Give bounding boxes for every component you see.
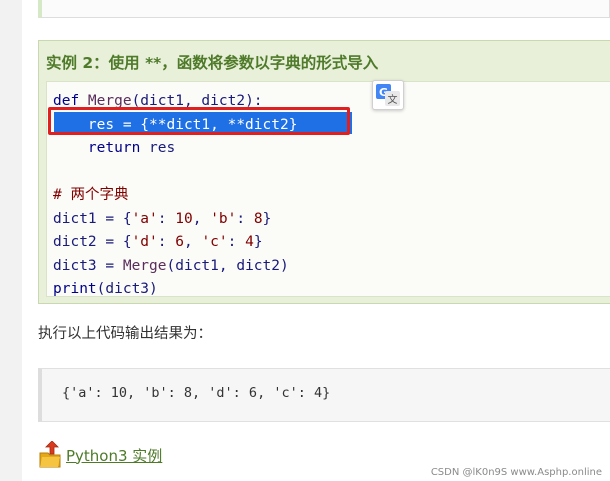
code-token: dict3 = [53, 257, 123, 274]
python3-examples-link[interactable]: Python3 实例 [38, 440, 162, 470]
code-token: 6 [175, 234, 184, 250]
code-token: dict2 = { [53, 234, 132, 250]
output-text: {'a': 10, 'b': 8, 'd': 6, 'c': 4} [62, 385, 331, 401]
code-token: 10 [175, 210, 193, 227]
code-token: : [236, 210, 254, 227]
svg-text:文: 文 [388, 93, 398, 106]
code-line: dict2 = {'d': 6, 'c': 4} [53, 231, 263, 253]
output-label: 执行以上代码输出结果为： [38, 326, 212, 342]
page-left-border [0, 0, 22, 481]
code-line: dict3 = Merge(dict1, dict2) [53, 255, 289, 277]
code-token: # 两个字典 [53, 187, 129, 203]
code-token: : [157, 210, 176, 227]
code-token: 4 [245, 234, 254, 250]
code-token: } [262, 210, 272, 227]
code-token: , [192, 210, 211, 227]
previous-code-block [38, 0, 610, 18]
translate-button[interactable]: G 文 [372, 80, 404, 110]
code-line: # 两个字典 [53, 184, 128, 206]
google-translate-icon: G 文 [376, 84, 400, 106]
up-arrow-folder-icon [39, 441, 61, 468]
code-token: print [53, 281, 97, 297]
code-token: return [87, 140, 141, 156]
code-token: : [157, 234, 176, 250]
code-line: print(dict3) [53, 278, 158, 300]
red-highlight-annotation [48, 107, 350, 135]
code-token: dict1 = { [53, 210, 132, 227]
code-token: Merge [122, 257, 167, 274]
code-token: , [183, 234, 202, 250]
code-token: 'a' [131, 210, 158, 227]
code-token: 'c' [201, 234, 228, 250]
code-token: : [227, 234, 246, 250]
code-line: dict1 = {'a': 10, 'b': 8} [53, 208, 271, 230]
python3-link-label: Python3 实例 [66, 446, 163, 465]
code-token: res [140, 140, 176, 156]
code-token: 'd' [131, 234, 158, 250]
code-token: (dict1, dict2) [166, 257, 289, 274]
code-token: } [253, 234, 263, 250]
code-token: 8 [253, 210, 263, 227]
code-token: (dict3) [96, 281, 158, 297]
example-title: 实例 2：使用 **，函数将参数以字典的形式导入 [46, 54, 379, 72]
code-line: return res [53, 137, 175, 159]
code-token: 'b' [210, 210, 237, 227]
watermark: CSDN @lK0n9S www.Asphp.online [430, 467, 602, 478]
output-block[interactable]: {'a': 10, 'b': 8, 'd': 6, 'c': 4} [38, 368, 610, 422]
